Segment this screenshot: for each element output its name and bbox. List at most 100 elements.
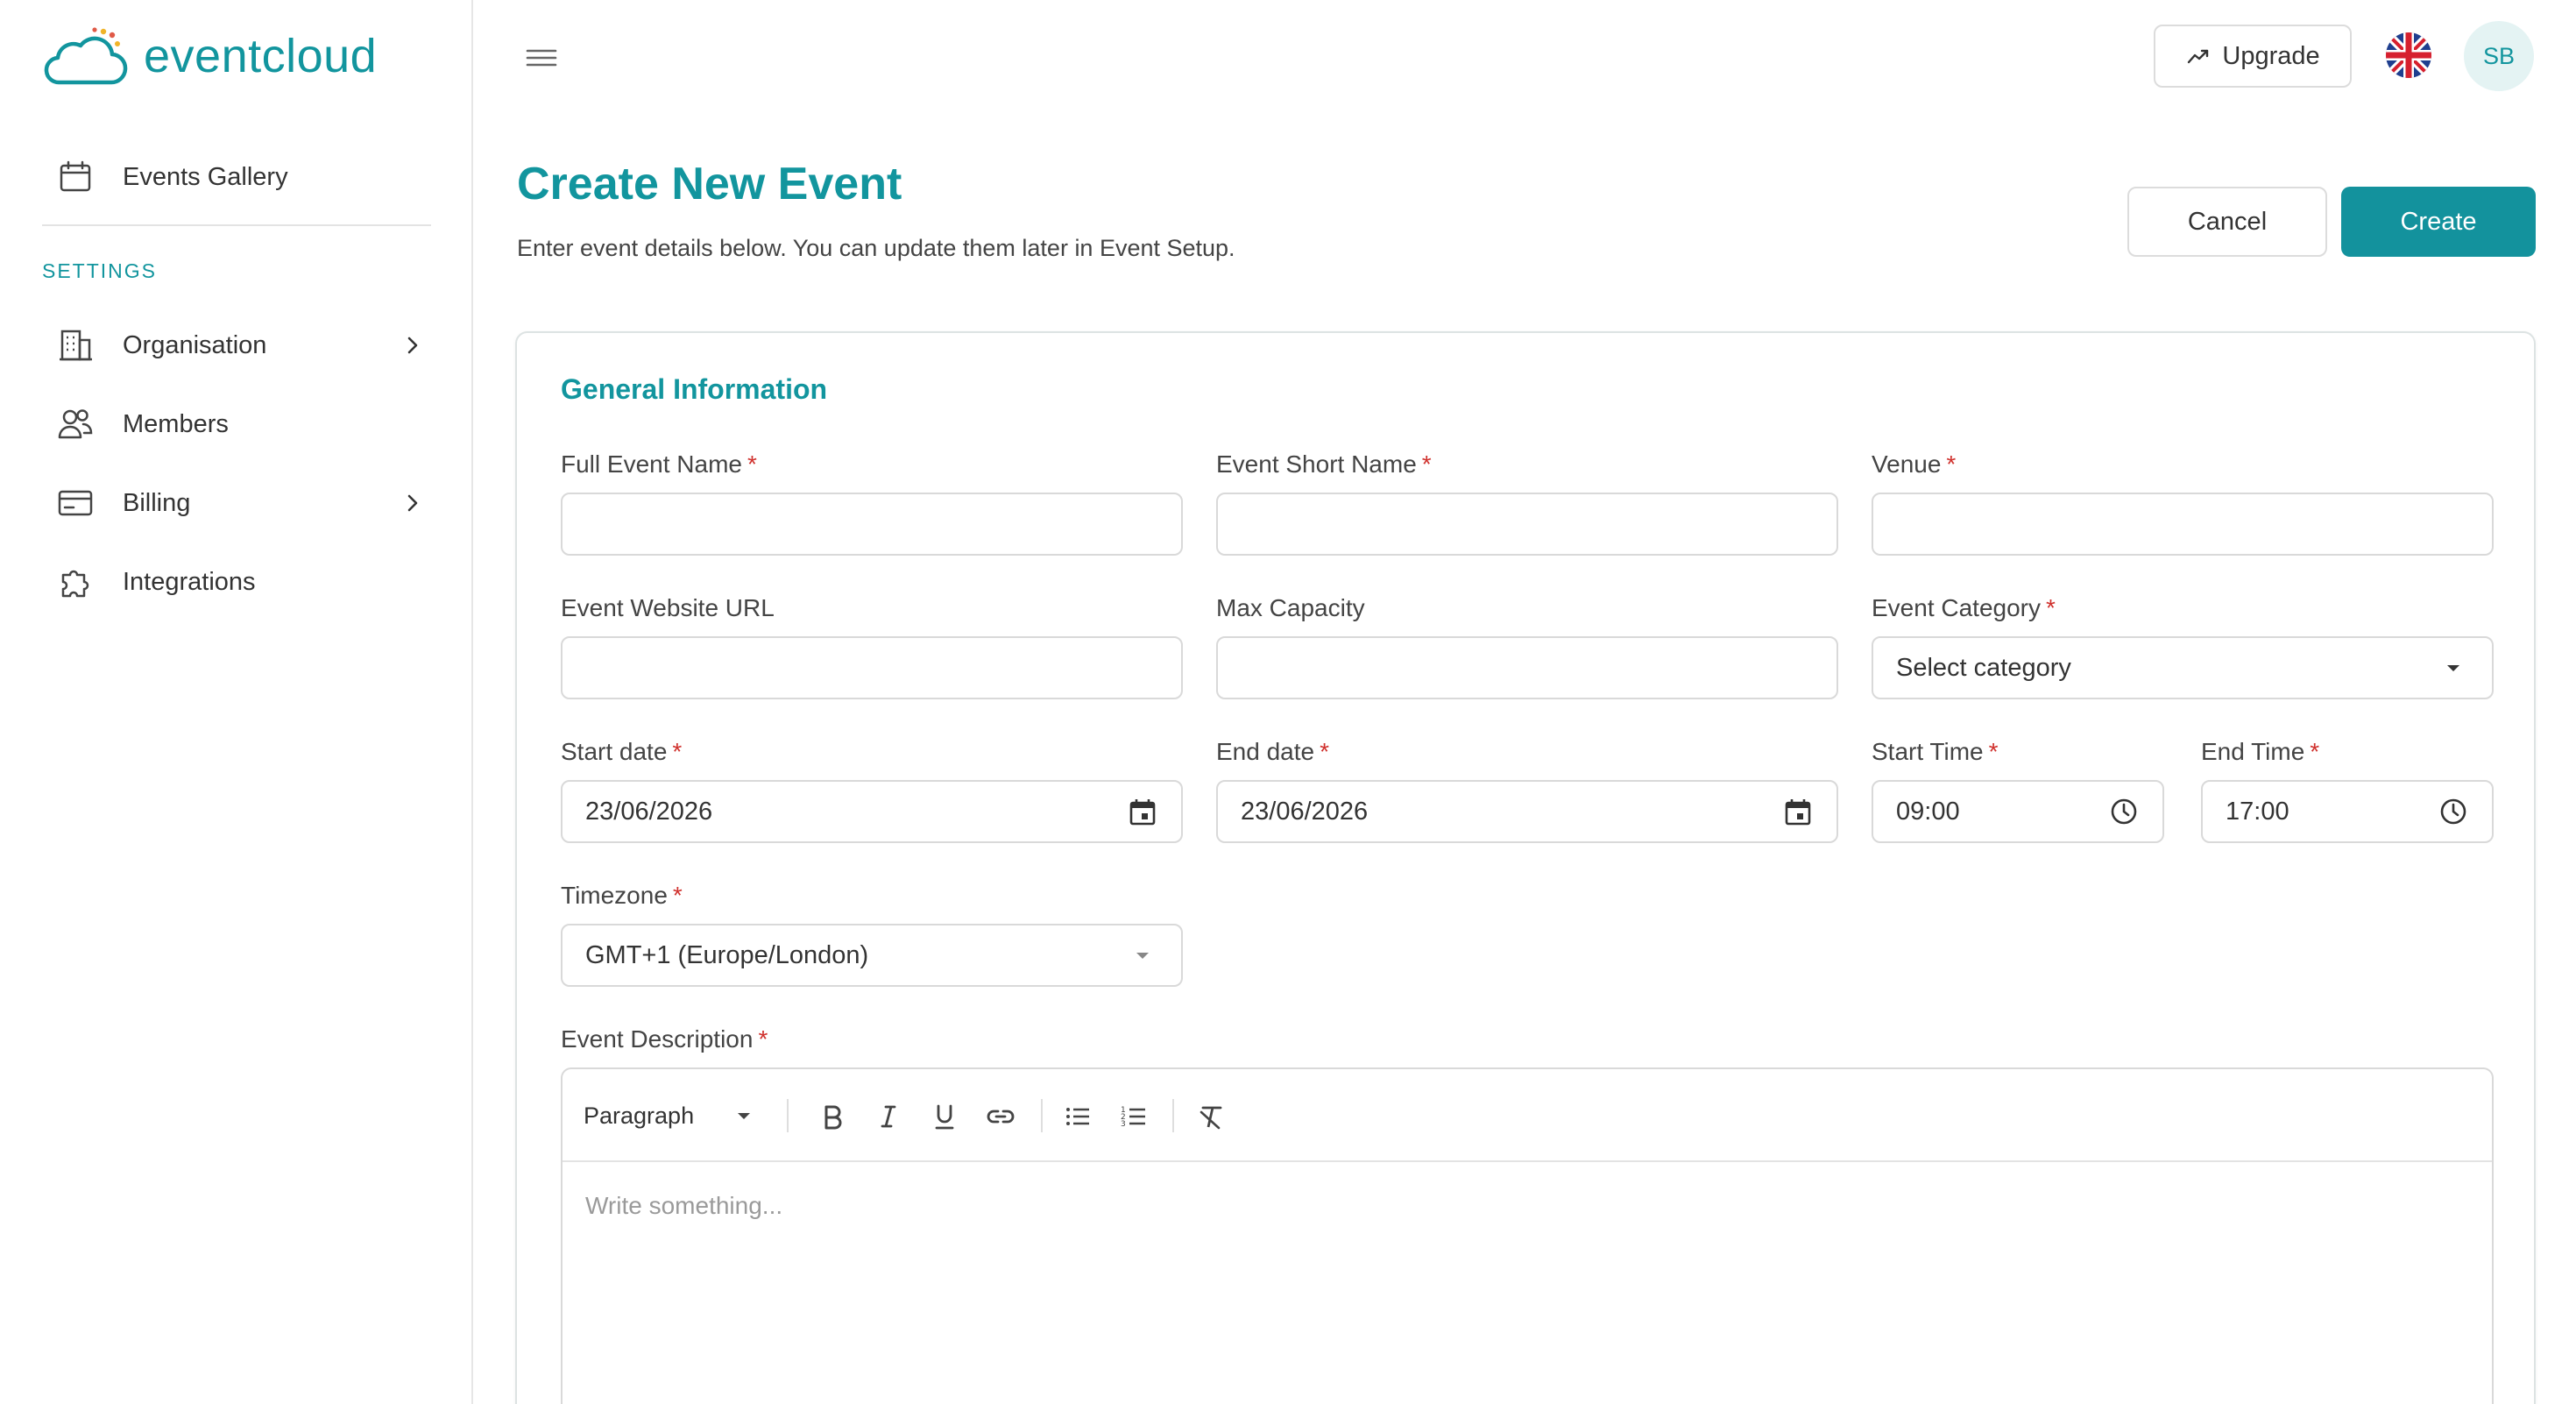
- page-title: Create New Event: [517, 159, 902, 209]
- venue-input[interactable]: [1872, 493, 2494, 556]
- caret-down-icon: [738, 1113, 751, 1119]
- sidebar-item-integrations[interactable]: Integrations: [40, 547, 435, 617]
- start-time-input[interactable]: 09:00: [1872, 780, 2164, 843]
- users-icon: [58, 409, 93, 439]
- required-mark: *: [672, 882, 683, 909]
- start-time-value: 09:00: [1896, 797, 1960, 826]
- timezone-value: GMT+1 (Europe/London): [585, 940, 869, 969]
- clock-icon[interactable]: [2438, 796, 2469, 827]
- required-mark: *: [1320, 738, 1330, 765]
- numbered-list-button[interactable]: 1 2 3: [1115, 1097, 1153, 1136]
- chevron-right-icon: [407, 494, 418, 512]
- sidebar-item-label: Integrations: [123, 567, 256, 596]
- language-selector[interactable]: [2385, 32, 2432, 79]
- sidebar-item-billing[interactable]: Billing: [40, 468, 435, 538]
- venue-label: Venue *: [1872, 450, 1957, 478]
- bold-button[interactable]: [813, 1097, 852, 1136]
- required-mark: *: [758, 1025, 768, 1053]
- start-date-input[interactable]: 23/06/2026: [561, 780, 1183, 843]
- sidebar-item-label: Events Gallery: [123, 162, 288, 191]
- start-date-value: 23/06/2026: [585, 797, 713, 826]
- link-button[interactable]: [981, 1097, 1020, 1136]
- credit-card-icon: [58, 490, 93, 516]
- caret-down-icon: [1136, 953, 1149, 959]
- cloud-logo-icon: [44, 27, 128, 85]
- block-format-select[interactable]: Paragraph: [584, 1092, 757, 1139]
- full-event-name-input[interactable]: [561, 493, 1183, 556]
- start-date-label: Start date *: [561, 738, 683, 765]
- menu-toggle-button[interactable]: [522, 42, 561, 74]
- event-short-name-label: Event Short Name *: [1216, 450, 1432, 478]
- sidebar-divider: [42, 224, 431, 226]
- end-date-label: End date *: [1216, 738, 1330, 765]
- caret-down-icon: [2447, 665, 2459, 671]
- sidebar-item-organisation[interactable]: Organisation: [40, 310, 435, 380]
- event-category-value: Select category: [1896, 653, 2071, 682]
- page-subtitle: Enter event details below. You can updat…: [517, 235, 1235, 261]
- building-icon: [60, 330, 92, 361]
- clear-formatting-icon: [1200, 1106, 1222, 1130]
- clear-formatting-button[interactable]: [1192, 1097, 1230, 1136]
- toolbar-separator: [787, 1099, 789, 1132]
- start-time-label: Start Time *: [1872, 738, 1999, 765]
- event-website-url-input[interactable]: [561, 636, 1183, 699]
- underline-button[interactable]: [925, 1097, 964, 1136]
- end-date-value: 23/06/2026: [1241, 797, 1369, 826]
- required-mark: *: [2310, 738, 2320, 765]
- italic-button[interactable]: [869, 1097, 908, 1136]
- sidebar-item-events-gallery[interactable]: Events Gallery: [40, 142, 435, 212]
- settings-section-label: SETTINGS: [42, 259, 158, 282]
- calendar-icon: [60, 160, 91, 192]
- max-capacity-input[interactable]: [1216, 636, 1838, 699]
- trending-up-icon: [2188, 49, 2209, 64]
- required-mark: *: [747, 450, 757, 478]
- sidebar: eventcloud Events Gallery SETTINGS Organ…: [0, 0, 473, 1404]
- user-avatar[interactable]: SB: [2464, 21, 2534, 91]
- event-category-select[interactable]: Select category: [1872, 636, 2494, 699]
- end-date-input[interactable]: 23/06/2026: [1216, 780, 1838, 843]
- required-mark: *: [1946, 450, 1957, 478]
- brand-name: eventcloud: [144, 30, 378, 82]
- cancel-button[interactable]: Cancel: [2127, 187, 2327, 257]
- required-mark: *: [1988, 738, 1999, 765]
- max-capacity-label: Max Capacity: [1216, 594, 1365, 621]
- event-description-label: Event Description *: [561, 1025, 768, 1053]
- upgrade-label: Upgrade: [2222, 41, 2320, 70]
- chevron-right-icon: [407, 337, 418, 354]
- bullet-list-button[interactable]: [1058, 1097, 1097, 1136]
- full-event-name-label: Full Event Name *: [561, 450, 757, 478]
- event-category-label: Event Category *: [1872, 594, 2056, 621]
- upgrade-button[interactable]: Upgrade: [2154, 25, 2352, 88]
- uk-flag-icon: [2386, 32, 2431, 78]
- bullet-list-icon: [1066, 1108, 1089, 1125]
- sidebar-item-label: Organisation: [123, 330, 267, 359]
- end-time-label: End Time *: [2201, 738, 2320, 765]
- svg-text:3: 3: [1121, 1120, 1126, 1129]
- puzzle-icon: [61, 570, 89, 598]
- event-website-url-label: Event Website URL: [561, 594, 775, 621]
- timezone-label: Timezone *: [561, 882, 683, 909]
- editor-placeholder: Write something...: [585, 1192, 783, 1219]
- calendar-icon[interactable]: [1127, 796, 1158, 827]
- timezone-select[interactable]: GMT+1 (Europe/London): [561, 924, 1183, 987]
- sidebar-item-members[interactable]: Members: [40, 389, 435, 459]
- required-mark: *: [672, 738, 683, 765]
- end-time-input[interactable]: 17:00: [2201, 780, 2494, 843]
- block-format-value: Paragraph: [584, 1102, 695, 1129]
- italic-icon: [881, 1105, 896, 1128]
- numbered-list-icon: 1 2 3: [1121, 1106, 1145, 1129]
- clock-icon[interactable]: [2108, 796, 2140, 827]
- end-time-value: 17:00: [2226, 797, 2289, 826]
- sidebar-item-label: Billing: [123, 488, 191, 517]
- bold-icon: [824, 1105, 842, 1130]
- required-mark: *: [2046, 594, 2056, 621]
- create-button[interactable]: Create: [2341, 187, 2536, 257]
- brand-logo[interactable]: eventcloud: [40, 25, 377, 88]
- required-mark: *: [1421, 450, 1432, 478]
- calendar-icon[interactable]: [1782, 796, 1814, 827]
- underline-icon: [935, 1104, 954, 1130]
- toolbar-separator: [1172, 1099, 1174, 1132]
- event-short-name-input[interactable]: [1216, 493, 1838, 556]
- general-information-card: General Information Full Event Name * Eve…: [515, 331, 2536, 1404]
- editor-content-area[interactable]: Write something...: [585, 1192, 782, 1220]
